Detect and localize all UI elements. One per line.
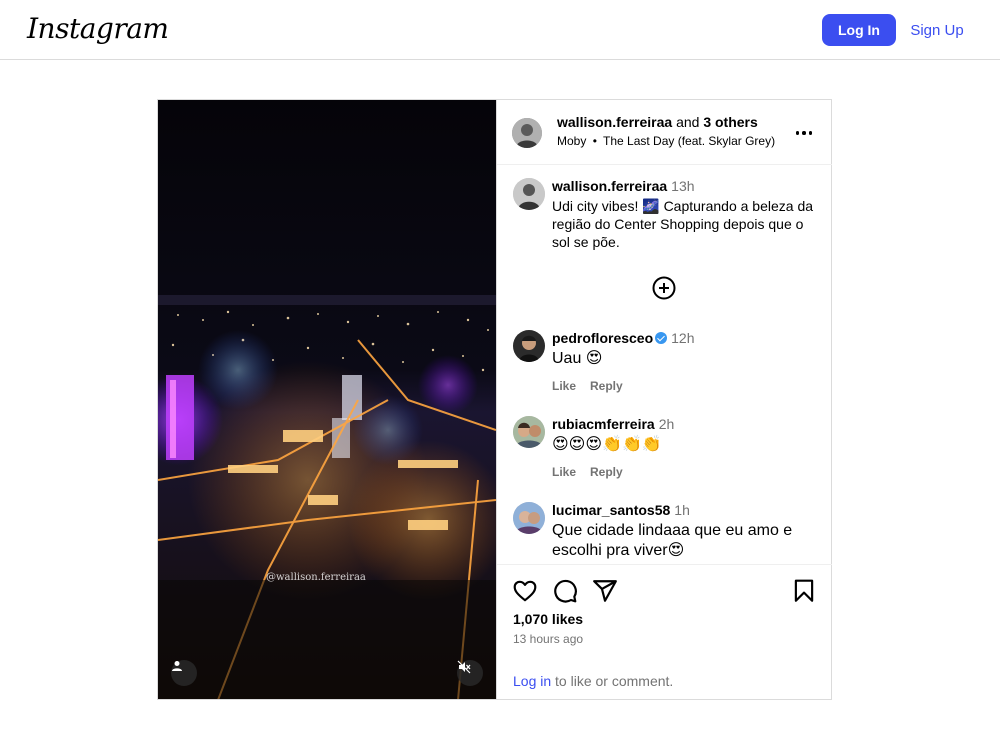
bookmark-icon[interactable]	[791, 578, 817, 604]
login-link[interactable]: Log in	[513, 673, 551, 689]
tagged-users-button[interactable]	[171, 660, 197, 686]
heart-icon[interactable]	[512, 578, 538, 604]
instagram-logo[interactable]: Instagram	[27, 12, 169, 45]
video-watermark: @wallison.ferreiraa	[266, 572, 366, 583]
caption-text: Udi city vibes! 🌌 Capturando a beleza da…	[552, 198, 814, 250]
comment-avatar[interactable]	[513, 330, 545, 362]
caption-username[interactable]: wallison.ferreiraa	[552, 178, 667, 194]
comment-actions: Like Reply	[552, 465, 817, 479]
more-dot-icon	[802, 131, 806, 135]
author-avatar[interactable]	[512, 118, 542, 148]
muted-speaker-icon	[457, 660, 471, 674]
likes-count[interactable]: 1,070 likes	[513, 611, 583, 627]
comment-time[interactable]: 12h	[671, 330, 694, 346]
others-link[interactable]: 3 others	[703, 114, 757, 130]
comment-username[interactable]: rubiacmferreira	[552, 416, 655, 432]
post-sidebar: wallison.ferreiraa and 3 others Moby • T…	[496, 100, 832, 699]
comment-body: lucimar_santos58 1h Que cidade lindaaa qu…	[552, 502, 817, 561]
comment-reply-button[interactable]: Reply	[590, 379, 623, 393]
comment-avatar[interactable]	[513, 502, 545, 534]
comment-time[interactable]: 2h	[659, 416, 675, 432]
music-artist: Moby	[557, 134, 587, 148]
login-prompt-text: to like or comment.	[551, 673, 674, 689]
post-card: @wallison.ferreiraa wallison.ferreiraa a…	[157, 99, 832, 700]
mute-button[interactable]	[457, 660, 483, 686]
verified-badge-icon	[655, 332, 668, 344]
comment-text: Uau 😍	[552, 350, 603, 367]
comment-icon[interactable]	[552, 578, 578, 604]
comment-text: 😍😍😍👏👏👏	[552, 436, 662, 453]
more-dot-icon	[795, 131, 800, 135]
music-separator: •	[592, 134, 597, 148]
load-more-comments-icon[interactable]	[652, 276, 676, 300]
top-bar: Instagram Log In Sign Up	[0, 0, 1000, 60]
comment-avatar[interactable]	[513, 416, 545, 448]
music-track: The Last Day (feat. Skylar Grey)	[603, 134, 776, 148]
and-text: and	[676, 114, 700, 130]
comment-body: pedrofloresceo 12h Uau 😍 Like Reply	[552, 330, 817, 393]
caption-avatar[interactable]	[513, 178, 545, 210]
more-options-button[interactable]	[793, 122, 815, 144]
post-footer: 1,070 likes 13 hours ago Log in to like …	[497, 564, 832, 699]
city-night-image	[158, 100, 496, 699]
comment-reply-button[interactable]: Reply	[590, 465, 623, 479]
signup-button[interactable]: Sign Up	[906, 14, 968, 46]
comments-list[interactable]: wallison.ferreiraa 13h Udi city vibes! 🌌 …	[497, 165, 832, 564]
more-dot-icon	[808, 131, 813, 135]
comment-username[interactable]: lucimar_santos58	[552, 502, 670, 518]
comment-like-button[interactable]: Like	[552, 465, 576, 479]
comment-text: Que cidade lindaaa que eu amo e escolhi …	[552, 522, 793, 559]
post-video[interactable]: @wallison.ferreiraa	[158, 100, 496, 699]
comment-body: rubiacmferreira 2h 😍😍😍👏👏👏 Like Reply	[552, 416, 817, 479]
caption-time[interactable]: 13h	[671, 178, 694, 194]
post-authors: wallison.ferreiraa and 3 others	[557, 114, 758, 130]
comment-username[interactable]: pedrofloresceo	[552, 330, 653, 346]
post-timestamp[interactable]: 13 hours ago	[513, 632, 583, 646]
login-button[interactable]: Log In	[822, 14, 896, 46]
music-info[interactable]: Moby • The Last Day (feat. Skylar Grey)	[557, 134, 775, 148]
share-icon[interactable]	[592, 578, 618, 604]
comment-time[interactable]: 1h	[674, 502, 690, 518]
caption-body: wallison.ferreiraa 13h Udi city vibes! 🌌 …	[552, 178, 817, 251]
person-icon	[172, 661, 182, 671]
comment-actions: Like Reply	[552, 379, 817, 393]
login-prompt: Log in to like or comment.	[513, 673, 673, 689]
author-username[interactable]: wallison.ferreiraa	[557, 114, 672, 130]
post-header: wallison.ferreiraa and 3 others Moby • T…	[497, 100, 832, 165]
comment-like-button[interactable]: Like	[552, 379, 576, 393]
